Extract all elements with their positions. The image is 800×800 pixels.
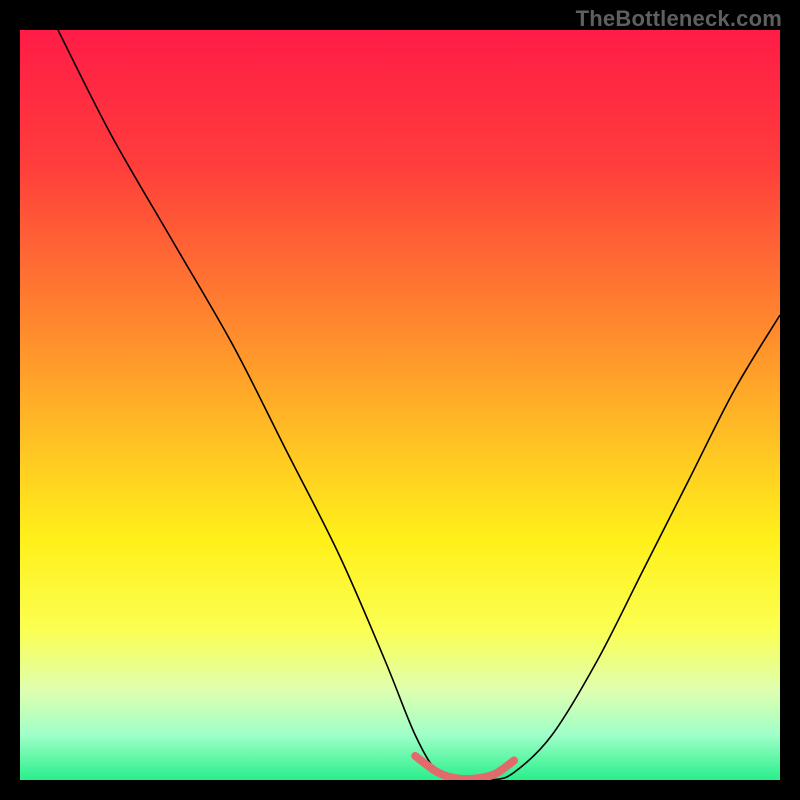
watermark-text: TheBottleneck.com — [576, 6, 782, 32]
bottleneck-chart — [20, 30, 780, 780]
gradient-background — [20, 30, 780, 780]
chart-frame: TheBottleneck.com — [0, 0, 800, 800]
plot-area — [20, 30, 780, 780]
